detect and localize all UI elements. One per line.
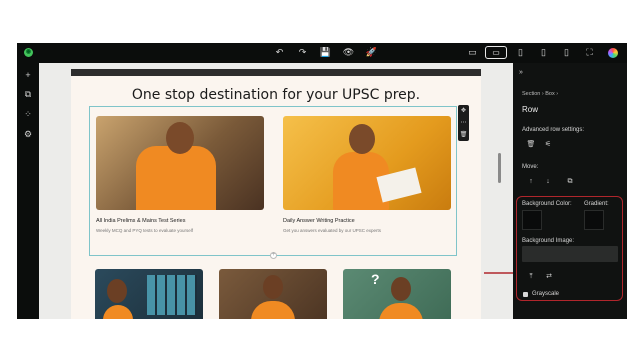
undo-icon[interactable]: ↶ bbox=[273, 46, 286, 59]
card-image bbox=[95, 269, 203, 319]
background-color-label: Background Color: bbox=[522, 201, 572, 207]
grayscale-checkbox[interactable] bbox=[523, 292, 528, 297]
breadcrumb-box[interactable]: Box bbox=[545, 91, 554, 97]
card-title[interactable]: All India Prelims & Mains Test Series bbox=[96, 218, 185, 224]
breadcrumb: Section › Box › bbox=[522, 91, 558, 97]
device-tablet-icon[interactable]: ▯ bbox=[537, 46, 550, 59]
background-image-label: Background Image: bbox=[522, 238, 575, 244]
move-icon[interactable]: ✥ bbox=[458, 105, 469, 117]
blocks-icon[interactable]: ⁘ bbox=[23, 109, 33, 119]
row-toolbar: ✥ ⋯ 🗑 bbox=[458, 105, 469, 141]
grayscale-label: Grayscale bbox=[532, 291, 560, 297]
drag-handle-icon[interactable]: ⋯ bbox=[458, 117, 469, 129]
card-image: ? bbox=[343, 269, 451, 319]
card-image bbox=[219, 269, 327, 319]
delete-icon[interactable]: 🗑 bbox=[458, 129, 469, 141]
save-icon[interactable]: 💾 bbox=[319, 46, 332, 59]
page-header-bar bbox=[71, 69, 481, 76]
pages-icon[interactable]: ⧉ bbox=[23, 89, 33, 99]
background-image-field[interactable] bbox=[522, 246, 618, 262]
panel-title: Row bbox=[522, 105, 539, 114]
breadcrumb-section[interactable]: Section bbox=[522, 91, 540, 97]
page-preview: One stop destination for your UPSC prep.… bbox=[71, 69, 481, 319]
gradient-swatch[interactable] bbox=[584, 210, 604, 230]
card-title[interactable]: Daily Answer Writing Practice bbox=[283, 218, 355, 224]
settings-icon[interactable]: ⚙ bbox=[23, 129, 33, 139]
device-laptop-icon[interactable]: ▭ bbox=[485, 46, 507, 59]
person-shirt bbox=[103, 305, 133, 319]
upload-icon[interactable]: ⤒ bbox=[526, 272, 536, 282]
advanced-settings-label: Advanced row settings: bbox=[522, 127, 585, 133]
person-shirt bbox=[379, 303, 423, 319]
gradient-label: Gradient: bbox=[584, 201, 609, 207]
publish-icon[interactable]: 🚀 bbox=[365, 46, 378, 59]
person-head bbox=[391, 277, 411, 301]
breadcrumb-separator: › bbox=[556, 91, 559, 97]
move-up-icon[interactable]: ↑ bbox=[526, 177, 536, 187]
breadcrumb-separator: › bbox=[541, 91, 544, 97]
question-mark-icon: ? bbox=[371, 271, 380, 287]
left-rail: + ⧉ ⁘ ⚙ bbox=[17, 63, 39, 319]
selected-row[interactable]: All India Prelims & Mains Test Series We… bbox=[89, 106, 457, 256]
page-headline[interactable]: One stop destination for your UPSC prep. bbox=[71, 87, 481, 103]
monitor-screens bbox=[147, 275, 197, 315]
collapse-panel-icon[interactable]: » bbox=[516, 68, 526, 78]
duplicate-icon[interactable]: ⧉ bbox=[565, 177, 575, 187]
preview-icon[interactable]: 👁 bbox=[342, 46, 355, 59]
move-label: Move: bbox=[522, 164, 539, 170]
fullscreen-icon[interactable]: ⛶ bbox=[583, 46, 596, 59]
background-color-swatch[interactable] bbox=[522, 210, 542, 230]
answer-writing-image bbox=[283, 116, 451, 210]
person-head bbox=[166, 122, 194, 154]
card-subtitle[interactable]: Get you answers evaluated by our UPSC ex… bbox=[283, 228, 381, 233]
device-desktop-icon[interactable]: ▭ bbox=[466, 46, 479, 59]
settings-panel: » Section › Box › Row Advanced row setti… bbox=[513, 63, 627, 319]
add-row-button[interactable]: + bbox=[270, 252, 277, 259]
move-down-icon[interactable]: ↓ bbox=[543, 177, 553, 187]
builder-logo-icon[interactable]: ◉ bbox=[24, 48, 33, 57]
editor-canvas[interactable]: One stop destination for your UPSC prep.… bbox=[39, 63, 513, 319]
add-element-icon[interactable]: + bbox=[23, 70, 33, 80]
delete-icon[interactable]: 🗑 bbox=[526, 140, 536, 150]
sliders-icon[interactable]: ⚟ bbox=[543, 140, 553, 150]
person-shirt bbox=[251, 301, 295, 319]
card-subtitle[interactable]: Weekly MCQ and PYQ tests to evaluate you… bbox=[96, 228, 193, 233]
redo-icon[interactable]: ↷ bbox=[296, 46, 309, 59]
builder-window: ◉ ↶ ↷ 💾 👁 🚀 ▭ ▭ ▯ ▯ ▯ ⛶ + ⧉ ⁘ ⚙ One stop… bbox=[17, 43, 627, 319]
person-head bbox=[263, 275, 283, 299]
person-shirt bbox=[136, 146, 216, 210]
test-series-image bbox=[96, 116, 264, 210]
arrow-right-icon bbox=[484, 272, 513, 274]
color-theme-icon[interactable] bbox=[608, 48, 618, 58]
canvas-scrollbar[interactable] bbox=[498, 153, 501, 183]
swap-icon[interactable]: ⇄ bbox=[544, 272, 554, 282]
person-head bbox=[349, 124, 375, 154]
top-toolbar: ◉ ↶ ↷ 💾 👁 🚀 ▭ ▭ ▯ ▯ ▯ ⛶ bbox=[17, 43, 627, 63]
person-head bbox=[107, 279, 127, 303]
device-tablet-landscape-icon[interactable]: ▯ bbox=[514, 46, 527, 59]
device-mobile-icon[interactable]: ▯ bbox=[560, 46, 573, 59]
